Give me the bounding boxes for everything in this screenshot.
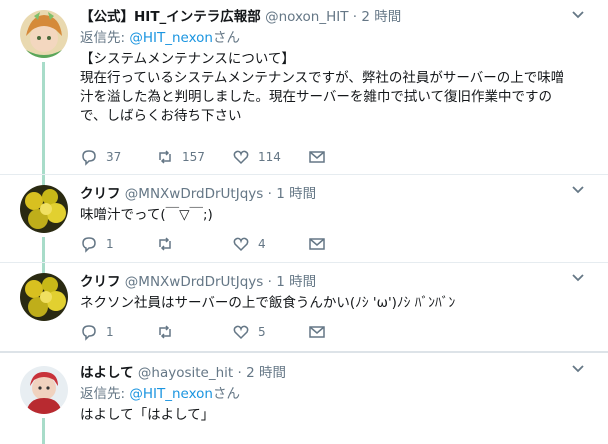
- like-icon: [233, 150, 249, 165]
- reply-count: 1: [106, 325, 114, 339]
- like-button[interactable]: 114: [232, 148, 308, 166]
- section-divider: [0, 351, 608, 353]
- user-handle[interactable]: @MNXwDrdDrUtJqys: [125, 186, 264, 202]
- display-name[interactable]: クリフ: [80, 274, 121, 290]
- reply-count: 1: [106, 237, 114, 251]
- chevron-down-icon[interactable]: [570, 360, 586, 376]
- user-handle[interactable]: @MNXwDrdDrUtJqys: [125, 274, 264, 290]
- tweet-4[interactable]: はよして @hayosite_hit · 2 時間 返信先: @HIT_nexo…: [0, 354, 608, 444]
- separator: ·: [267, 274, 272, 290]
- like-count: 114: [258, 150, 281, 164]
- reply-count: 37: [106, 150, 122, 164]
- retweet-icon: [159, 150, 171, 164]
- reply-suffix: さん: [213, 30, 240, 46]
- display-name[interactable]: 【公式】HIT_インテラ広報部: [80, 9, 261, 25]
- like-icon: [233, 325, 249, 340]
- reply-suffix: さん: [213, 386, 240, 402]
- reply-to: 返信先: @HIT_nexonさん: [80, 385, 596, 403]
- retweet-button[interactable]: [156, 323, 232, 341]
- reply-button[interactable]: 37: [80, 148, 156, 166]
- reply-handle-link[interactable]: @HIT_nexon: [129, 30, 213, 46]
- timestamp[interactable]: 2 時間: [246, 365, 286, 381]
- dm-icon: [309, 326, 325, 338]
- like-button[interactable]: 4: [232, 235, 308, 253]
- reply-to: 返信先: @HIT_nexonさん: [80, 29, 596, 47]
- like-button[interactable]: 5: [232, 323, 308, 341]
- retweet-icon: [159, 237, 171, 251]
- timestamp[interactable]: 1 時間: [276, 186, 316, 202]
- avatar[interactable]: [20, 185, 68, 233]
- like-count: 5: [258, 325, 266, 339]
- thread-line: [42, 237, 45, 262]
- thread-line: [42, 62, 45, 174]
- thread-line: [42, 418, 45, 444]
- user-handle[interactable]: @noxon_HIT: [265, 9, 348, 25]
- retweet-count: 157: [182, 150, 205, 164]
- retweet-button[interactable]: [156, 235, 232, 253]
- tweet-3[interactable]: クリフ @MNXwDrdDrUtJqys · 1 時間 ネクソン社員はサーバーの…: [0, 263, 608, 351]
- thread-line: [42, 263, 45, 273]
- reply-icon: [82, 237, 96, 253]
- chevron-down-icon[interactable]: [570, 6, 586, 22]
- user-handle[interactable]: @hayosite_hit: [138, 365, 233, 381]
- reply-handle-link[interactable]: @HIT_nexon: [129, 386, 213, 402]
- separator: ·: [352, 9, 358, 25]
- reply-prefix: 返信先:: [80, 30, 130, 46]
- avatar[interactable]: [20, 10, 68, 58]
- timestamp[interactable]: 2 時間: [361, 9, 401, 25]
- tweet-text: ネクソン社員はサーバーの上で飯食うんかい(ﾉｼ 'ω')ﾉｼ ﾊﾞﾝﾊﾞﾝ: [80, 295, 456, 311]
- reply-button[interactable]: 1: [80, 323, 156, 341]
- chevron-down-icon[interactable]: [570, 181, 586, 197]
- tweet-text: 味噌汁でって(￣▽￣;): [80, 207, 213, 223]
- tweet-text: 【システムメンテナンスについて】 現在行っているシステムメンテナンスですが、弊社…: [80, 51, 565, 124]
- reply-button[interactable]: 1: [80, 235, 156, 253]
- separator: ·: [237, 365, 242, 381]
- like-icon: [233, 237, 249, 252]
- reply-prefix: 返信先:: [80, 386, 130, 402]
- dm-icon: [309, 151, 325, 163]
- tweet-text: はよして「はよして」: [80, 407, 215, 423]
- dm-button[interactable]: [308, 323, 384, 341]
- dm-button[interactable]: [308, 235, 384, 253]
- reply-icon: [82, 150, 96, 166]
- like-count: 4: [258, 237, 266, 251]
- retweet-button[interactable]: 157: [156, 148, 232, 166]
- reply-icon: [82, 325, 96, 341]
- thread-line: [42, 175, 45, 185]
- dm-button[interactable]: [308, 148, 384, 166]
- dm-icon: [309, 238, 325, 250]
- avatar[interactable]: [20, 366, 68, 414]
- tweet-1[interactable]: 【公式】HIT_インテラ広報部 @noxon_HIT · 2 時間 返信先: @…: [0, 0, 608, 174]
- tweet-2[interactable]: クリフ @MNXwDrdDrUtJqys · 1 時間 味噌汁でって(￣▽￣;)…: [0, 175, 608, 262]
- display-name[interactable]: クリフ: [80, 186, 121, 202]
- display-name[interactable]: はよして: [80, 365, 134, 381]
- chevron-down-icon[interactable]: [570, 269, 586, 285]
- retweet-icon: [159, 325, 171, 339]
- separator: ·: [267, 186, 272, 202]
- timestamp[interactable]: 1 時間: [276, 274, 316, 290]
- avatar[interactable]: [20, 273, 68, 321]
